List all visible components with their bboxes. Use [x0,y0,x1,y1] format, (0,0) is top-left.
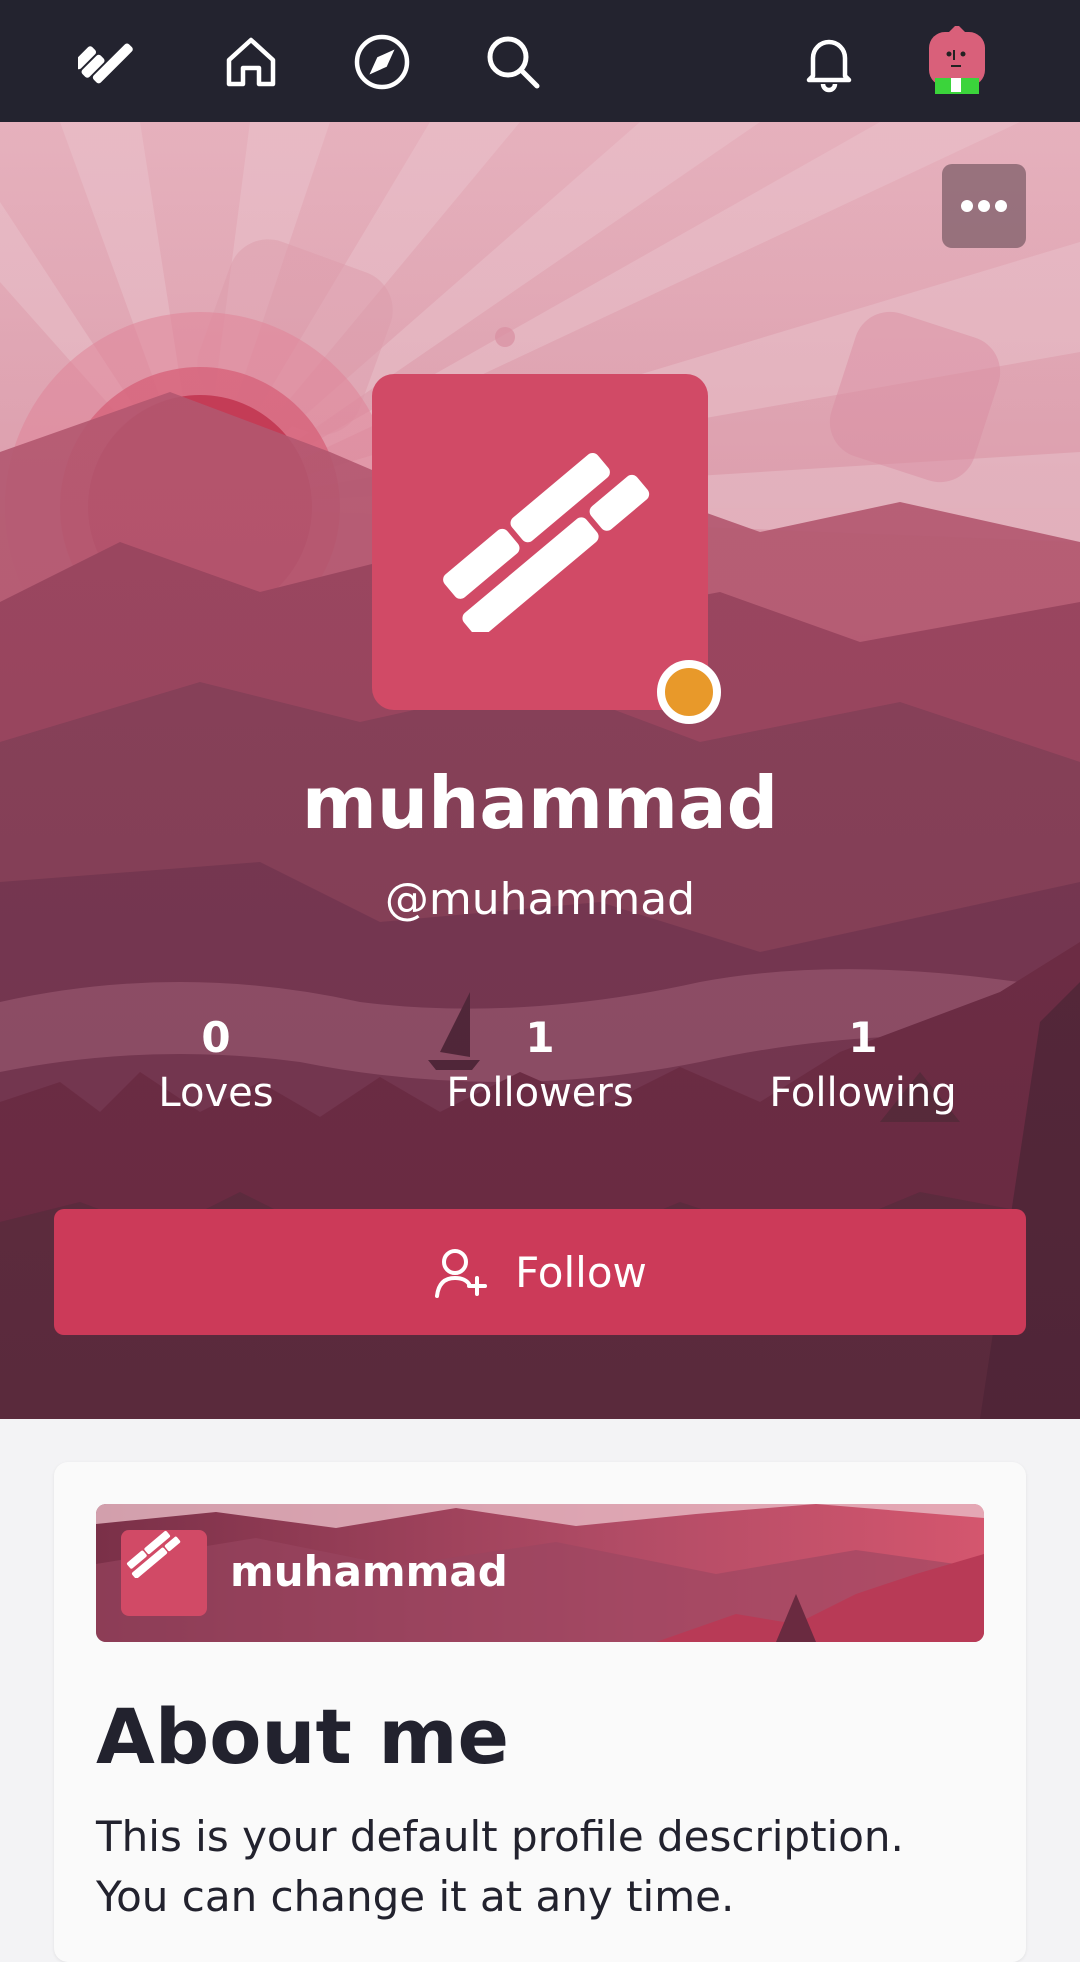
stripes-logo-icon [126,1531,181,1578]
bell-icon[interactable] [793,26,865,98]
profile-avatar [372,374,708,710]
stat-label: Followers [446,1070,634,1116]
about-heading: About me [96,1692,510,1781]
search-icon[interactable] [477,26,549,98]
card-banner: muhammad [96,1504,984,1642]
stat-value: 0 [201,1013,231,1062]
about-description: This is your default profile description… [96,1812,904,1921]
stripes-logo-icon [443,453,650,632]
username-handle: @muhammad [384,874,696,925]
stat-following[interactable]: 1 Following [733,1012,993,1122]
follow-button-label: Follow [515,1247,647,1297]
compass-icon[interactable] [346,26,418,98]
about-card: muhammad About me This is your default p… [54,1462,1026,1962]
display-name: muhammad [301,761,779,845]
stat-value: 1 [848,1013,878,1062]
stripes-logo-icon[interactable] [74,26,146,98]
card-avatar [121,1530,207,1616]
ellipsis-icon [961,200,1007,212]
stat-label: Loves [158,1070,274,1116]
stat-value: 1 [525,1013,555,1062]
status-indicator [657,660,721,724]
stat-followers[interactable]: 1 Followers [410,1012,670,1122]
follow-button[interactable]: Follow [54,1209,1026,1335]
add-user-icon [435,1249,488,1298]
stat-label: Following [769,1070,957,1116]
more-options-button[interactable] [942,164,1026,248]
user-avatar-icon[interactable] [921,26,993,98]
profile-header: muhammad @muhammad 0 Loves 1 Followers 1… [0,122,1080,1419]
stat-loves[interactable]: 0 Loves [86,1012,346,1122]
home-icon[interactable] [215,26,287,98]
top-navigation-bar [0,0,1080,122]
card-display-name: muhammad [230,1547,508,1596]
